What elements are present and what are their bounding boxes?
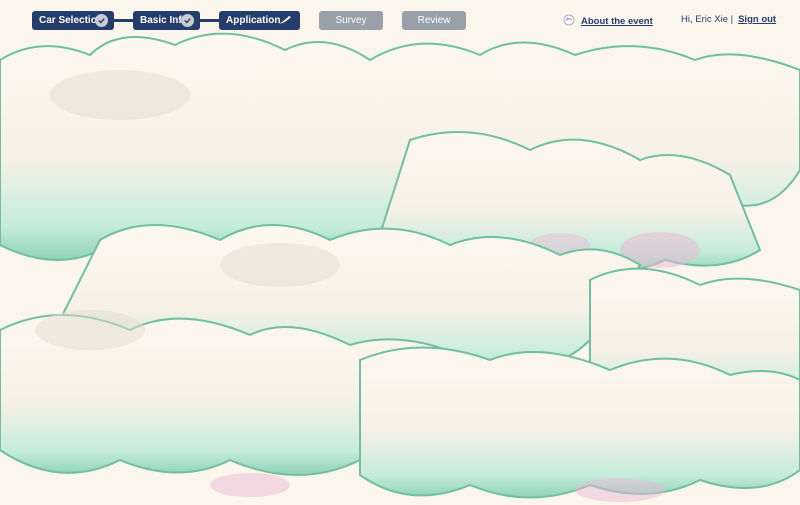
step-connector: [199, 19, 221, 22]
about-event-link[interactable]: About the event: [581, 16, 653, 27]
step-label: Car Selection: [39, 15, 103, 26]
event-icon: [563, 14, 575, 29]
cloud-background: [0, 0, 800, 505]
pen-icon: [278, 15, 292, 29]
step-label: Survey: [335, 15, 367, 26]
greeting: Hi, Eric Xie |: [681, 14, 734, 25]
step-label: Application: [226, 15, 281, 26]
step-car-selection[interactable]: Car Selection: [32, 11, 114, 30]
progress-header: Car Selection Basic Info Application Sur…: [0, 0, 800, 42]
about-event: About the event: [563, 14, 653, 29]
check-icon: [95, 14, 108, 27]
step-review[interactable]: Review: [402, 11, 466, 30]
sign-out-link[interactable]: Sign out: [738, 14, 776, 25]
step-label: Review: [417, 15, 451, 26]
step-application[interactable]: Application: [219, 11, 300, 30]
check-icon: [181, 14, 194, 27]
step-survey[interactable]: Survey: [319, 11, 383, 30]
step-basic-info[interactable]: Basic Info: [133, 11, 200, 30]
user-area: Hi, Eric Xie | Sign out: [681, 14, 776, 25]
step-connector: [113, 19, 135, 22]
